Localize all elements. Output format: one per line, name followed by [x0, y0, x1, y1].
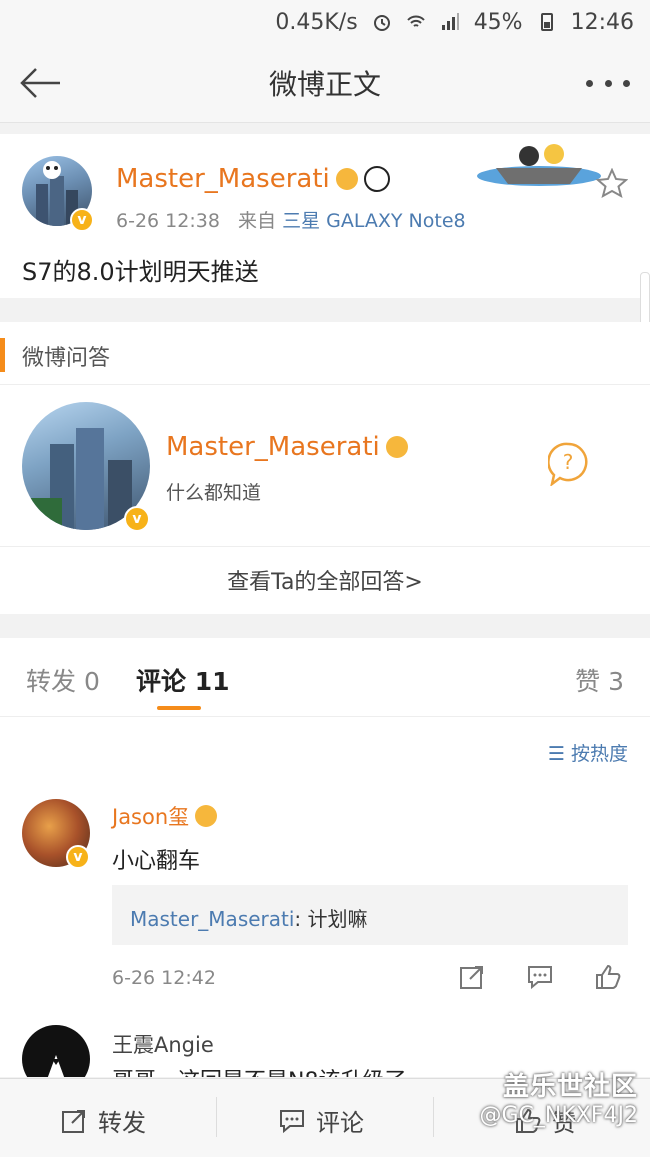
verified-badge-icon: v	[66, 845, 90, 869]
divider	[433, 1097, 434, 1137]
quoted-reply[interactable]: Master_Maserati: 计划嘛	[112, 885, 628, 945]
share-icon[interactable]	[458, 963, 486, 991]
watermark-line2: @GC_NKXF4J2	[479, 1103, 638, 1128]
crown-icon	[335, 168, 358, 190]
boat-decoration-icon	[477, 144, 601, 186]
qa-section-label: 微博问答	[22, 346, 111, 371]
question-icon[interactable]: ?	[548, 442, 588, 486]
signal-icon	[441, 13, 459, 30]
post-card: v Master_Maserati 6-26 12:38 来自 三星 GALAX…	[0, 134, 650, 298]
comment-tabs: 转发 0 评论 11 赞 3	[0, 638, 650, 717]
tab-comments[interactable]: 评论 11	[136, 662, 230, 698]
star-icon[interactable]	[596, 168, 628, 198]
tab-repost[interactable]: 转发 0	[26, 662, 100, 698]
repost-button[interactable]: 转发	[60, 1103, 146, 1138]
commenter-name-line: Jason玺	[112, 801, 218, 831]
sort-icon: ☰	[547, 743, 565, 765]
post-text: S7的8.0计划明天推送	[22, 258, 259, 286]
watermark: 盖乐世社区 @GC_NKXF4J2	[479, 1066, 638, 1128]
crown-icon	[195, 805, 218, 827]
author-name[interactable]: Master_Maserati	[116, 164, 330, 194]
post-meta: 6-26 12:38 来自 三星 GALAXY Note8	[116, 206, 466, 233]
quoted-line: Master_Maserati: 计划嘛	[130, 903, 368, 932]
comment-icon[interactable]	[526, 963, 554, 991]
sort-by-hot[interactable]: ☰ 按热度	[548, 739, 628, 766]
watermark-line1: 盖乐世社区	[502, 1072, 638, 1102]
section-accent	[0, 338, 5, 372]
from-label: 来自	[238, 210, 277, 232]
clock: 12:46	[570, 9, 634, 35]
wifi-icon	[406, 15, 425, 27]
comment-icon	[280, 1109, 304, 1133]
divider	[216, 1097, 217, 1137]
quoted-text: : 计划嘛	[294, 907, 368, 931]
qa-user-name[interactable]: Master_Maserati	[166, 432, 380, 462]
share-icon	[62, 1109, 85, 1133]
crown-icon	[385, 436, 408, 458]
alarm-icon	[373, 15, 390, 31]
page-title: 微博正文	[268, 68, 381, 101]
commenter-name[interactable]: Jason玺	[112, 801, 189, 831]
panda-icon	[363, 166, 390, 192]
comment-button[interactable]: 评论	[278, 1103, 364, 1138]
tuxedo-image	[47, 1055, 65, 1077]
post-time: 6-26 12:38	[116, 210, 220, 232]
repost-label: 转发	[98, 1109, 146, 1137]
verified-badge-icon: v	[70, 208, 94, 232]
battery-percent: 45%	[473, 9, 523, 35]
divider	[0, 546, 650, 547]
comment-time: 6-26 12:42	[112, 967, 216, 989]
sort-label: 按热度	[570, 743, 628, 765]
view-all-answers-link[interactable]: 查看Ta的全部回答>	[0, 564, 650, 596]
qa-name-line: Master_Maserati	[166, 432, 408, 462]
qa-card: 微博问答 v Master_Maserati 什么都知道 ? 查看Ta的全部回答…	[0, 322, 650, 614]
battery-icon	[540, 13, 553, 31]
verified-badge-icon: v	[124, 506, 150, 532]
qa-tagline: 什么都知道	[166, 482, 262, 504]
comments-list: ☰ 按热度 v Jason玺 小心翻车 Master_Maserati: 计划嘛…	[0, 717, 650, 1077]
tab-likes[interactable]: 赞 3	[575, 662, 624, 698]
post-source[interactable]: 三星 GALAXY Note8	[282, 210, 466, 232]
commenter-name[interactable]: 王震Angie	[112, 1029, 214, 1059]
nav-bar: 微博正文	[0, 44, 650, 123]
comment-text: 小心翻车	[112, 849, 201, 874]
divider	[0, 384, 650, 385]
comment-text: 哥哥，这回是不是N8该升级了	[112, 1063, 406, 1077]
quoted-user[interactable]: Master_Maserati	[130, 907, 294, 931]
author-line: Master_Maserati	[116, 164, 390, 194]
more-options-icon[interactable]	[586, 80, 630, 90]
net-speed: 0.45K/s	[275, 9, 358, 35]
svg-text:?: ?	[563, 450, 574, 474]
commenter-avatar[interactable]	[22, 1025, 90, 1077]
thumbs-up-icon[interactable]	[594, 963, 622, 991]
comment-label: 评论	[316, 1109, 364, 1137]
active-tab-indicator	[157, 706, 201, 710]
back-arrow-icon[interactable]	[18, 66, 62, 100]
status-bar: 0.45K/s 45% 12:46	[0, 0, 650, 44]
